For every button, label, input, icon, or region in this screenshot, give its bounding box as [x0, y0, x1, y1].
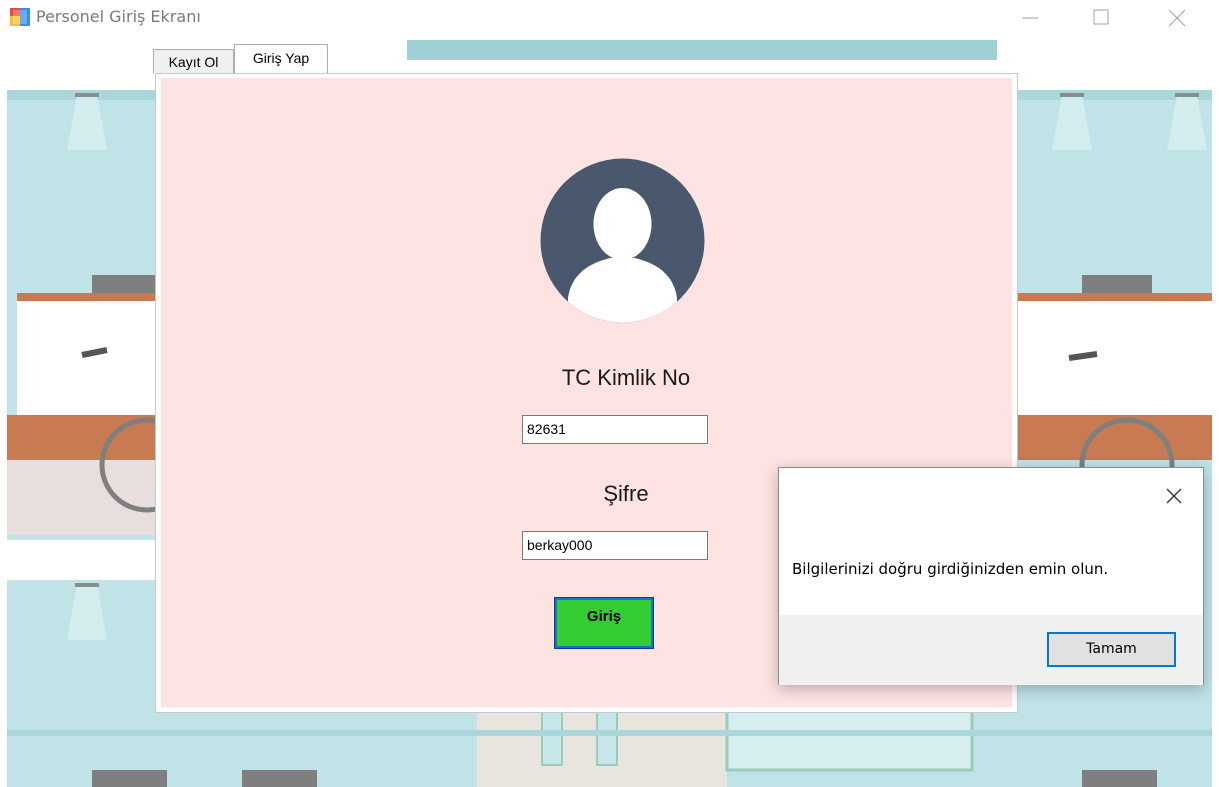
minimize-icon[interactable]	[1007, 0, 1053, 36]
title-bar: Personel Giriş Ekranı	[0, 0, 1219, 36]
window-title: Personel Giriş Ekranı	[36, 7, 201, 26]
message-box: Bilgilerinizi doğru girdiğinizden emin o…	[778, 467, 1204, 685]
user-silhouette-icon	[540, 158, 705, 323]
windows-form-icon	[10, 8, 30, 26]
close-icon[interactable]	[1159, 481, 1189, 511]
message-text: Bilgilerinizi doğru girdiğinizden emin o…	[792, 560, 1109, 578]
tab-login[interactable]: Giriş Yap	[234, 44, 328, 74]
message-footer: Tamam	[779, 615, 1203, 685]
login-window: Personel Giriş Ekranı Kayıt Ol Giriş Yap…	[0, 0, 1219, 787]
tc-kimlik-label: TC Kimlik No	[561, 365, 691, 390]
password-label: Şifre	[603, 481, 649, 506]
tab-register[interactable]: Kayıt Ol	[153, 49, 234, 73]
password-input[interactable]: berkay000	[522, 531, 708, 560]
maximize-icon[interactable]	[1077, 0, 1123, 36]
close-icon[interactable]	[1153, 0, 1199, 36]
login-button[interactable]: Giriş	[554, 597, 654, 649]
tc-kimlik-input[interactable]: 82631	[522, 415, 708, 444]
ok-button[interactable]: Tamam	[1047, 632, 1176, 667]
